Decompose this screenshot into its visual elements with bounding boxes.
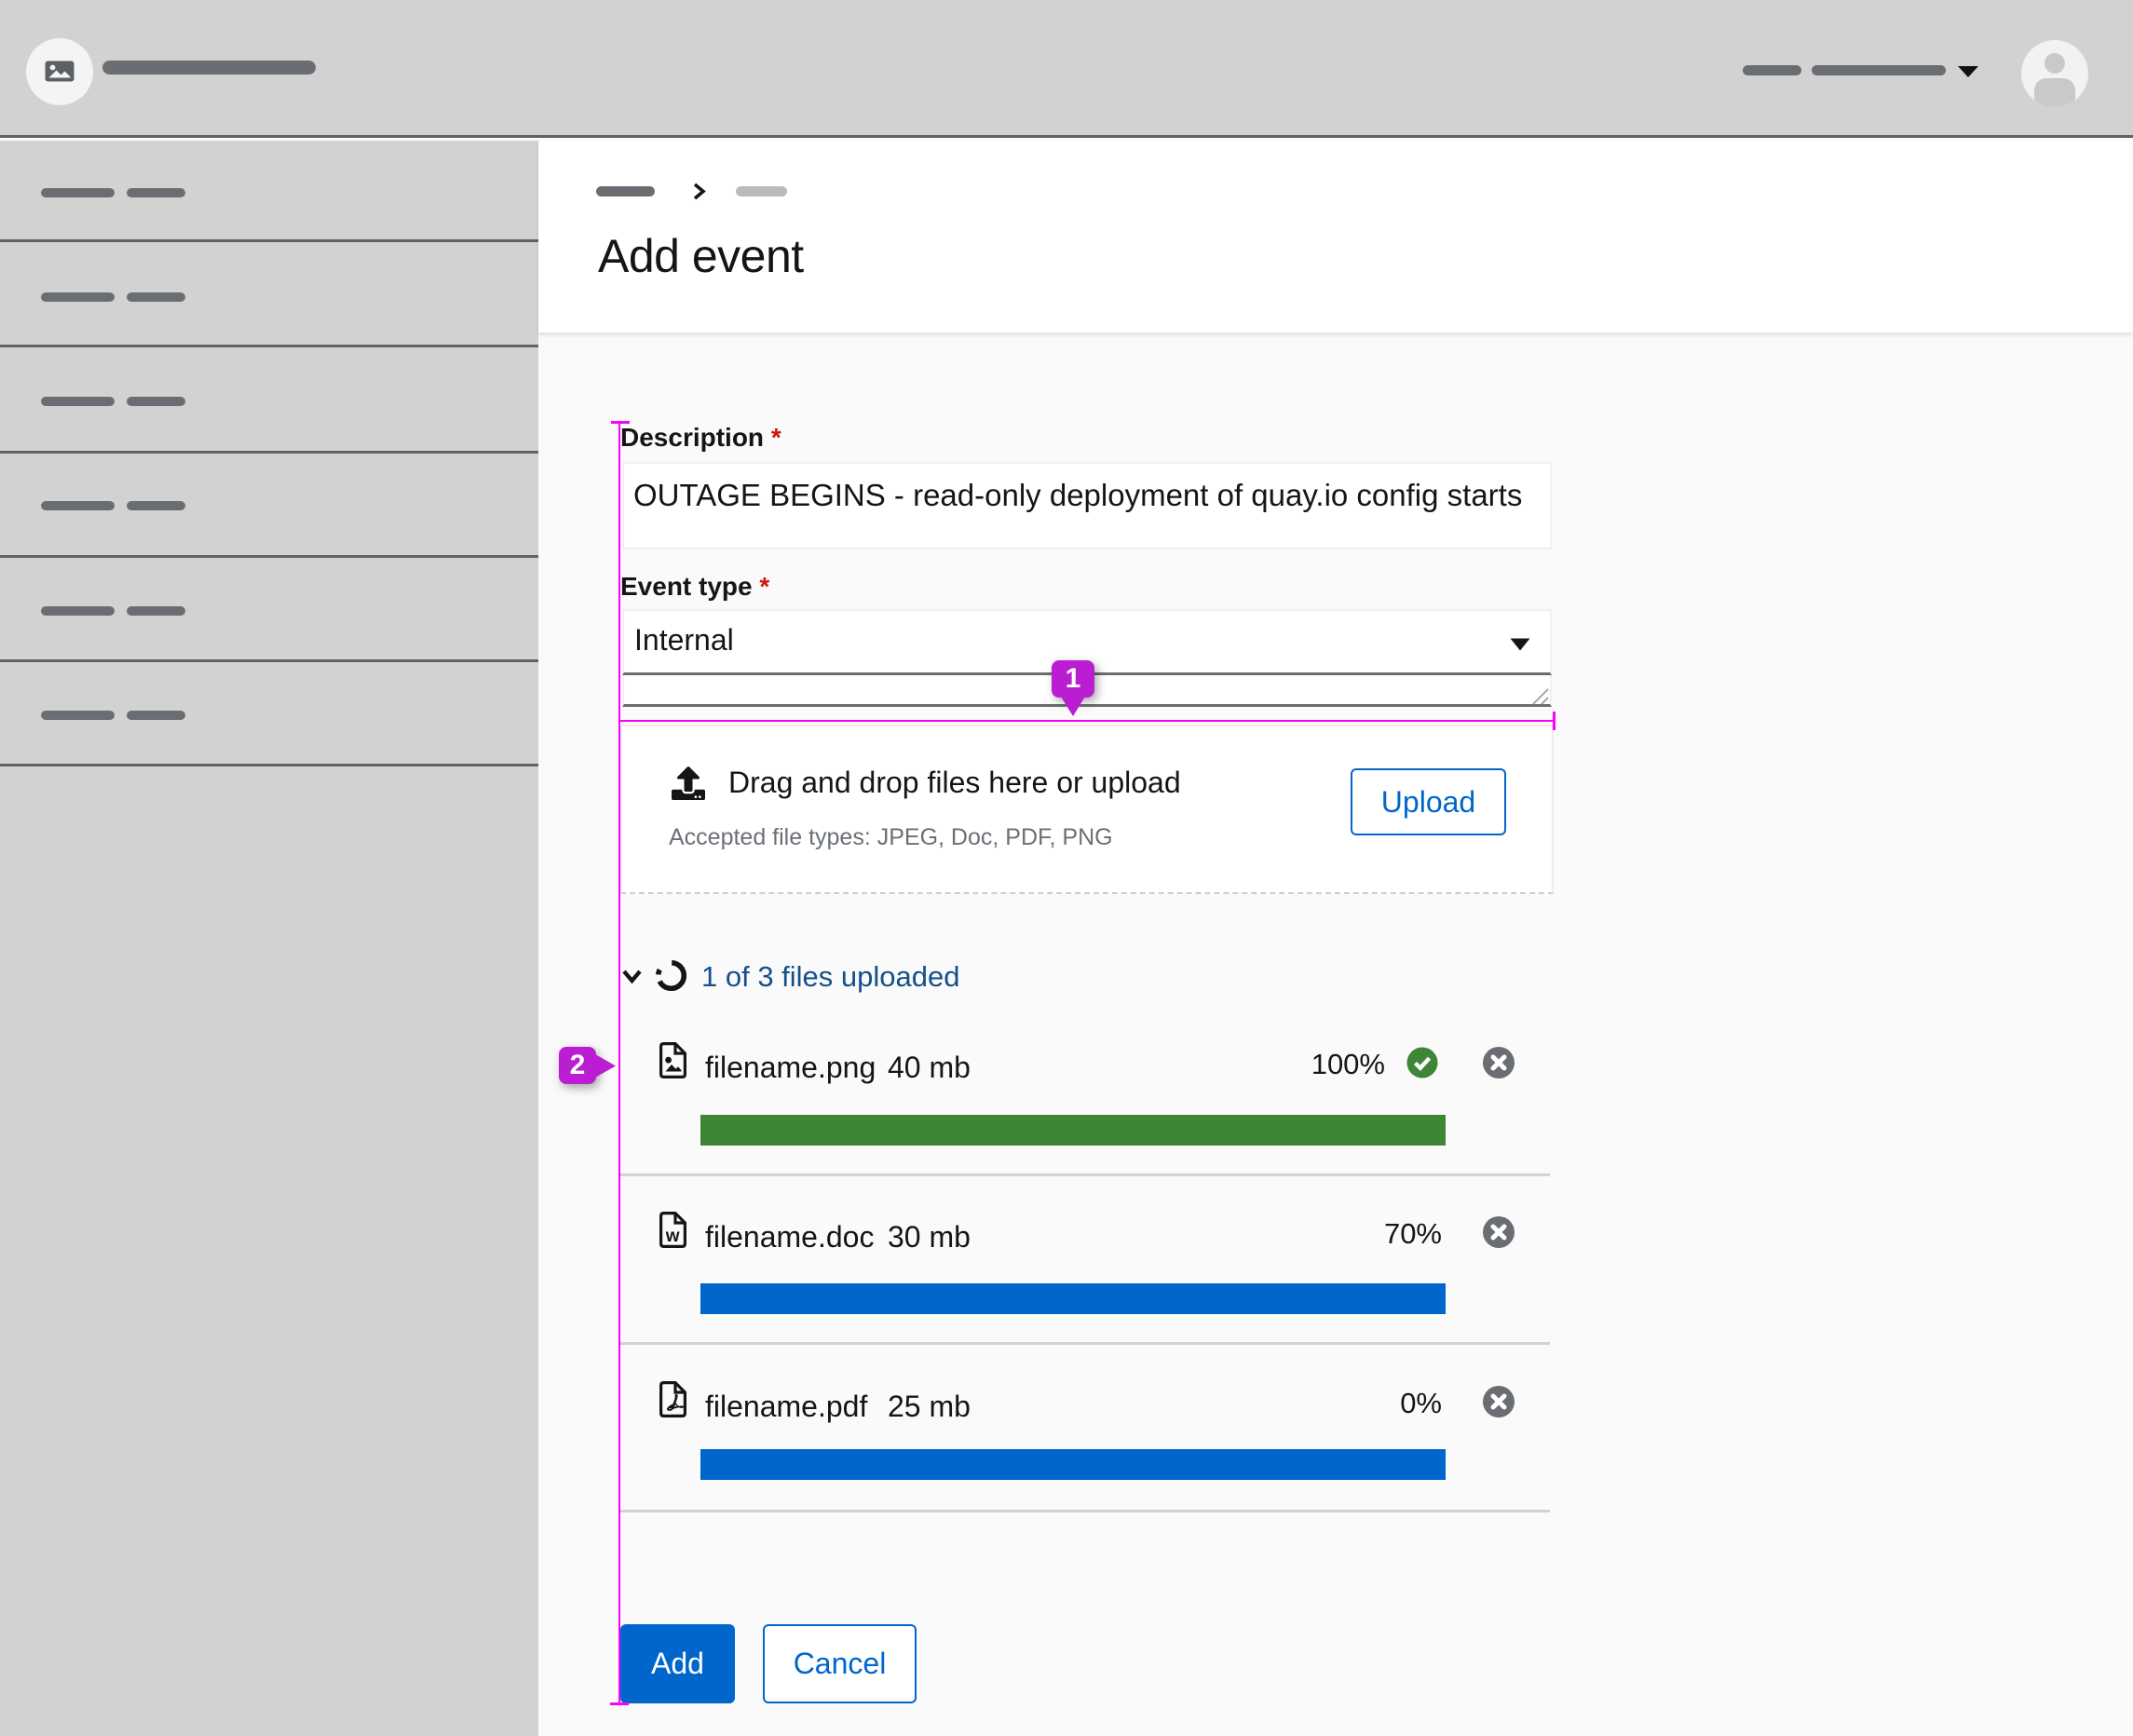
svg-text:w: w bbox=[665, 1227, 680, 1246]
